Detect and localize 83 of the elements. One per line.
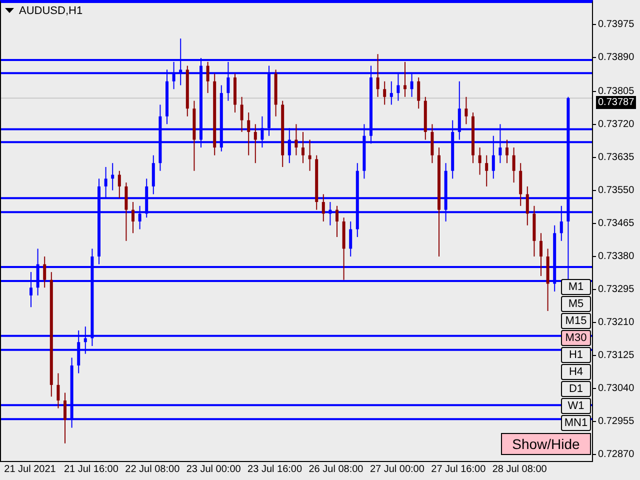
timeframe-button[interactable]: W1: [561, 398, 591, 414]
candlestick: [254, 124, 257, 164]
candlestick: [430, 124, 434, 164]
candlestick: [390, 80, 393, 106]
price-label: 0.72870: [598, 449, 634, 460]
candlestick: [417, 76, 420, 110]
candlestick: [410, 73, 414, 98]
candlestick: [132, 202, 134, 234]
price-label: 0.73465: [598, 218, 634, 229]
price-label: 0.73380: [598, 250, 634, 262]
time-label: 23 Jul 00:00: [186, 464, 241, 475]
candlestick: [247, 112, 250, 156]
timeframe-button[interactable]: D1: [561, 381, 591, 397]
time-label: 21 Jul 2021: [4, 464, 56, 475]
price-label: 0.73295: [598, 284, 634, 296]
candlestick: [512, 147, 516, 184]
candlestick: [30, 272, 32, 308]
candlestick: [336, 205, 338, 238]
price-label: 0.72955: [598, 416, 634, 428]
time-label: 27 Jul 00:00: [370, 464, 424, 475]
price-label: 0.73805: [598, 86, 634, 97]
candlestick: [172, 61, 176, 90]
candlestick: [458, 80, 461, 140]
candlestick: [152, 154, 155, 195]
candlestick: [540, 232, 542, 276]
candlestick: [288, 128, 291, 164]
candlestick: [56, 372, 60, 409]
timeframe-button[interactable]: M30: [561, 330, 591, 346]
timeframe-button[interactable]: MN1: [561, 415, 591, 431]
price-label: 0.73890: [598, 52, 634, 64]
candlestick: [84, 326, 87, 354]
candlestick: [396, 73, 400, 102]
candlestick: [506, 139, 508, 164]
candlestick: [206, 61, 210, 94]
price-label: 0.73975: [598, 19, 634, 30]
symbol-title: AUDUSD,H1: [19, 5, 83, 17]
timeframe-button[interactable]: H4: [561, 364, 591, 380]
candlestick: [226, 61, 230, 102]
candlestick: [485, 154, 488, 187]
timeframe-button[interactable]: M5: [561, 296, 591, 312]
timeframe-button[interactable]: M15: [561, 313, 591, 329]
candlestick: [124, 182, 128, 242]
candlestick: [240, 96, 244, 132]
candlestick: [43, 256, 46, 288]
candlestick: [376, 54, 380, 98]
candlestick: [404, 61, 406, 98]
candlestick: [383, 80, 386, 106]
show-hide-button[interactable]: Show/Hide: [501, 433, 591, 455]
time-label: 26 Jul 08:00: [308, 464, 364, 475]
candlestick: [118, 170, 121, 199]
candlestick: [492, 135, 495, 180]
dropdown-caret-icon[interactable]: [5, 8, 14, 14]
candlestick: [64, 392, 66, 444]
candlestick: [294, 124, 298, 156]
candlestick: [349, 220, 352, 257]
candlestick: [498, 124, 502, 164]
price-label: 0.73635: [598, 152, 634, 163]
candlestick: [478, 147, 482, 176]
candlestick: [104, 166, 108, 199]
candlestick: [77, 330, 80, 374]
time-label: 27 Jul 16:00: [431, 464, 486, 475]
candlestick: [179, 38, 182, 86]
candlestick: [260, 116, 264, 148]
timeframe-button[interactable]: M1: [561, 279, 591, 295]
candlestick: [138, 205, 142, 230]
time-label: 22 Jul 08:00: [125, 464, 180, 475]
price-label: 0.73210: [598, 317, 634, 328]
candlestick: [464, 96, 468, 125]
candlestick: [526, 186, 529, 226]
time-label: 28 Jul 08:00: [492, 464, 547, 475]
price-label: 0.73550: [598, 184, 634, 196]
candlestick: [519, 162, 522, 206]
price-label: 0.73040: [598, 383, 634, 394]
price-label: 0.73125: [598, 350, 634, 362]
current-price-label: 0.73787: [596, 96, 636, 110]
candlestick: [560, 205, 563, 242]
timeframe-button[interactable]: H1: [561, 347, 591, 363]
time-label: 21 Jul 16:00: [64, 464, 118, 475]
candlestick: [36, 248, 40, 296]
candlestick: [322, 194, 325, 222]
price-label: 0.73720: [598, 118, 634, 130]
candlestick: [302, 131, 304, 164]
time-label: 23 Jul 16:00: [248, 464, 302, 475]
